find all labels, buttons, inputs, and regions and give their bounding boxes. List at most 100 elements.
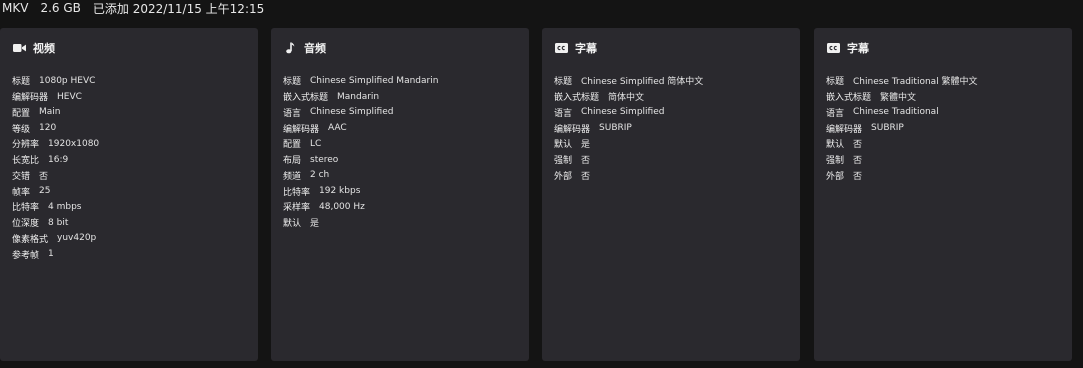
property-row: 分辨率 1920x1080 bbox=[12, 136, 246, 152]
media-info-bar: MKV 2.6 GB 已添加 2022/11/15 上午12:15 bbox=[2, 0, 264, 16]
property-key: 编解码器 bbox=[12, 93, 49, 104]
property-list: 标题 Chinese Simplified 简体中文 嵌入式标题 简体中文 语言 Ch… bbox=[554, 73, 788, 183]
property-value: 是 bbox=[581, 140, 591, 151]
property-key: 默认 bbox=[283, 219, 302, 230]
property-key: 强制 bbox=[826, 156, 845, 167]
property-value: Chinese Traditional 繁體中文 bbox=[853, 77, 978, 88]
property-key: 嵌入式标题 bbox=[826, 93, 872, 104]
card-title: 音频 bbox=[304, 42, 326, 55]
audio-stream-card: 音频 标题 Chinese Simplified Mandarin 嵌入式标题 Ma… bbox=[271, 28, 529, 361]
property-key: 长宽比 bbox=[12, 156, 40, 167]
card-title: 字幕 bbox=[575, 42, 597, 55]
property-value: Chinese Traditional bbox=[853, 107, 939, 118]
card-header: 字幕 bbox=[554, 41, 788, 55]
property-value: stereo bbox=[310, 154, 339, 165]
property-value: 48,000 Hz bbox=[319, 201, 365, 212]
property-key: 标题 bbox=[283, 77, 302, 88]
property-value: Mandarin bbox=[337, 91, 380, 102]
property-key: 标题 bbox=[826, 77, 845, 88]
property-key: 参考帧 bbox=[12, 250, 40, 261]
property-key: 编解码器 bbox=[554, 124, 591, 135]
property-row: 位深度 8 bit bbox=[12, 215, 246, 231]
property-row: 标题 Chinese Simplified 简体中文 bbox=[554, 73, 788, 89]
property-row: 交错否 bbox=[12, 168, 246, 184]
music-note-icon bbox=[283, 41, 297, 55]
closed-caption-icon bbox=[826, 41, 840, 55]
property-key: 位深度 bbox=[12, 219, 40, 230]
property-key: 等级 bbox=[12, 124, 31, 135]
property-value: 16:9 bbox=[48, 154, 69, 165]
property-key: 外部 bbox=[826, 171, 845, 182]
property-value: yuv420p bbox=[57, 233, 97, 244]
property-row: 标题 Chinese Simplified Mandarin bbox=[283, 73, 517, 89]
property-row: 比特率 192 kbps bbox=[283, 183, 517, 199]
property-row: 嵌入式标题 Mandarin bbox=[283, 89, 517, 105]
property-row: 布局 stereo bbox=[283, 152, 517, 168]
property-key: 嵌入式标题 bbox=[283, 93, 329, 104]
property-value: 1920x1080 bbox=[48, 138, 100, 149]
property-key: 分辨率 bbox=[12, 140, 40, 151]
card-header: 音频 bbox=[283, 41, 517, 55]
subtitle-stream-card: 字幕 标题 Chinese Simplified 简体中文 嵌入式标题 简体中文 语… bbox=[542, 28, 800, 361]
property-value: SUBRIP bbox=[599, 123, 632, 134]
property-value: AAC bbox=[328, 123, 347, 134]
property-row: 语言 Chinese Traditional bbox=[826, 105, 1060, 121]
property-row: 像素格式 yuv420p bbox=[12, 231, 246, 247]
property-value: 否 bbox=[581, 156, 591, 167]
property-value: 4 mbps bbox=[48, 201, 82, 212]
property-row: 语言 Chinese Simplified bbox=[283, 105, 517, 121]
property-value: Chinese Simplified bbox=[310, 107, 394, 118]
property-key: 语言 bbox=[826, 108, 845, 119]
property-value: 2 ch bbox=[310, 170, 330, 181]
property-row: 强制否 bbox=[554, 152, 788, 168]
property-value: 否 bbox=[853, 171, 863, 182]
card-title: 字幕 bbox=[847, 42, 869, 55]
video-stream-card: 视频 标题 1080p HEVC 编解码器 HEVC 配置 Main 等级 120 分辨… bbox=[0, 28, 258, 361]
property-value: 繁體中文 bbox=[880, 93, 917, 104]
property-row: 编解码器 SUBRIP bbox=[826, 120, 1060, 136]
video-camera-icon bbox=[12, 41, 26, 55]
property-key: 比特率 bbox=[283, 187, 311, 198]
property-row: 嵌入式标题 简体中文 bbox=[554, 89, 788, 105]
card-header: 字幕 bbox=[826, 41, 1060, 55]
property-value: 简体中文 bbox=[608, 93, 645, 104]
property-value: 8 bit bbox=[48, 217, 69, 228]
property-value: 192 kbps bbox=[319, 186, 361, 197]
property-row: 频道 2 ch bbox=[283, 168, 517, 184]
property-key: 配置 bbox=[283, 140, 302, 151]
property-value: Chinese Simplified Mandarin bbox=[310, 75, 439, 86]
stream-cards: 视频 标题 1080p HEVC 编解码器 HEVC 配置 Main 等级 120 分辨… bbox=[0, 28, 1083, 361]
property-key: 比特率 bbox=[12, 203, 40, 214]
property-value: HEVC bbox=[57, 91, 82, 102]
property-row: 默认否 bbox=[826, 136, 1060, 152]
property-row: 比特率 4 mbps bbox=[12, 199, 246, 215]
property-row: 标题 1080p HEVC bbox=[12, 73, 246, 89]
property-key: 频道 bbox=[283, 171, 302, 182]
property-value: 否 bbox=[581, 171, 591, 182]
property-row: 嵌入式标题 繁體中文 bbox=[826, 89, 1060, 105]
property-key: 标题 bbox=[12, 77, 31, 88]
property-row: 配置 Main bbox=[12, 105, 246, 121]
property-key: 默认 bbox=[826, 140, 845, 151]
property-value: 是 bbox=[310, 219, 320, 230]
property-key: 语言 bbox=[283, 108, 302, 119]
property-key: 强制 bbox=[554, 156, 573, 167]
property-value: Chinese Simplified bbox=[581, 107, 665, 118]
property-key: 默认 bbox=[554, 140, 573, 151]
property-value: 否 bbox=[39, 171, 49, 182]
card-header: 视频 bbox=[12, 41, 246, 55]
property-list: 标题 Chinese Traditional 繁體中文 嵌入式标题 繁體中文 语言 C… bbox=[826, 73, 1060, 183]
format-label: MKV bbox=[2, 1, 29, 15]
subtitle-stream-card: 字幕 标题 Chinese Traditional 繁體中文 嵌入式标题 繁體中文 … bbox=[814, 28, 1072, 361]
file-size: 2.6 GB bbox=[40, 1, 81, 15]
property-key: 嵌入式标题 bbox=[554, 93, 600, 104]
property-row: 长宽比 16:9 bbox=[12, 152, 246, 168]
property-row: 语言 Chinese Simplified bbox=[554, 105, 788, 121]
property-row: 强制否 bbox=[826, 152, 1060, 168]
property-key: 布局 bbox=[283, 156, 302, 167]
property-row: 标题 Chinese Traditional 繁體中文 bbox=[826, 73, 1060, 89]
property-value: Main bbox=[39, 107, 61, 118]
property-row: 默认是 bbox=[283, 215, 517, 231]
property-value: 否 bbox=[853, 140, 863, 151]
property-row: 编解码器 HEVC bbox=[12, 89, 246, 105]
